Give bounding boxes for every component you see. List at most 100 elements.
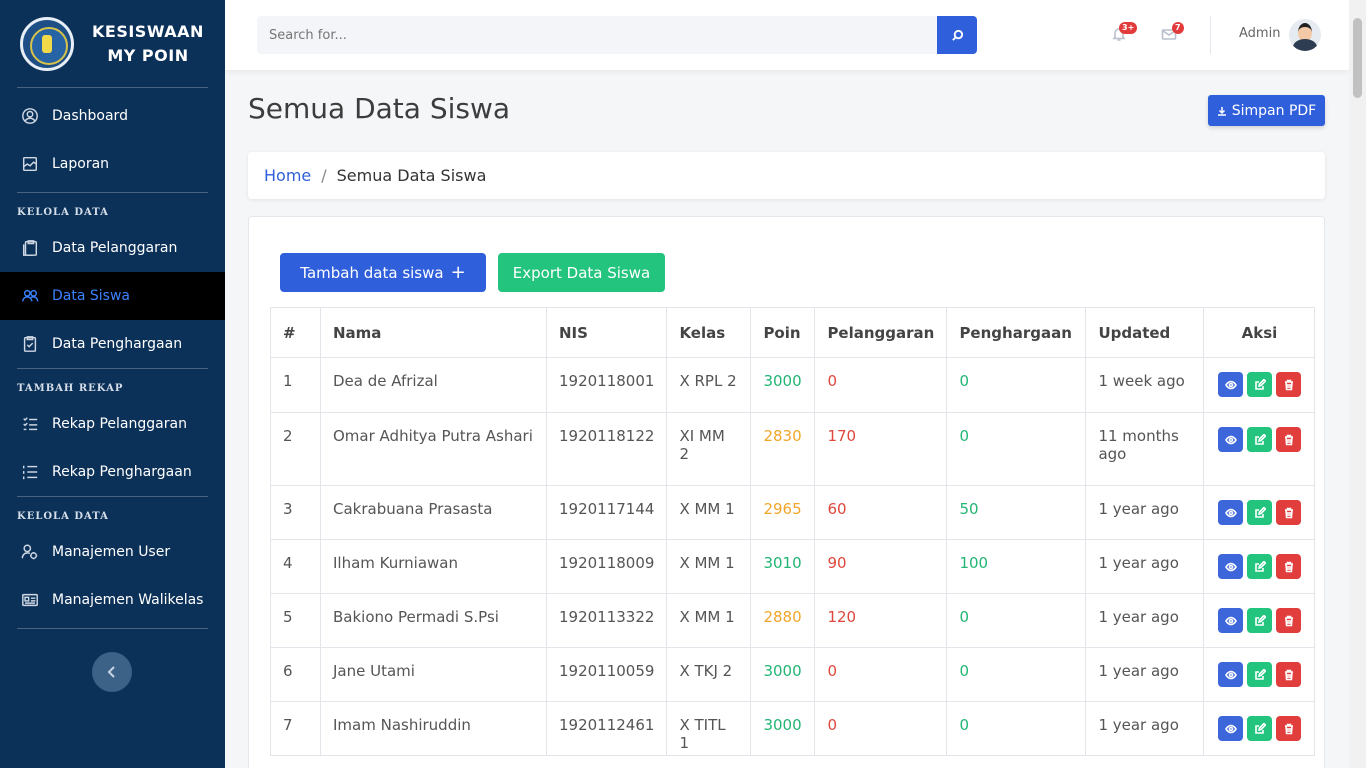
cell-actions: [1203, 357, 1316, 413]
table-row: 3 Cakrabuana Prasasta 1920117144 X MM 1 …: [270, 485, 1316, 540]
cell-poin: 3010: [750, 539, 816, 594]
avatar[interactable]: [1289, 19, 1321, 51]
edit-button[interactable]: [1247, 662, 1273, 687]
eye-icon: [1225, 508, 1237, 517]
list-icon: [20, 462, 40, 482]
topbar-divider: [1210, 16, 1211, 54]
brand[interactable]: KESISWAAN MY POIN: [0, 0, 225, 87]
cell-nama: Ilham Kurniawan: [320, 539, 547, 594]
cell-nama: Imam Nashiruddin: [320, 701, 547, 756]
delete-button[interactable]: [1276, 608, 1302, 633]
search-bar: [257, 16, 977, 54]
edit-button[interactable]: [1247, 427, 1273, 452]
brand-line2: MY POIN: [107, 45, 189, 65]
messages-button[interactable]: 7: [1161, 22, 1184, 44]
save-pdf-label: Simpan PDF: [1231, 102, 1317, 119]
breadcrumb-home[interactable]: Home: [264, 166, 311, 185]
column-header[interactable]: Updated: [1085, 307, 1205, 358]
column-header[interactable]: Nama: [320, 307, 547, 358]
edit-icon: [1255, 433, 1266, 445]
cell-kelas: X MM 1: [666, 485, 752, 540]
column-header[interactable]: Penghargaan: [946, 307, 1087, 358]
view-button[interactable]: [1218, 500, 1244, 525]
edit-button[interactable]: [1247, 716, 1273, 741]
save-pdf-button[interactable]: Simpan PDF: [1208, 95, 1325, 126]
sidebar-item-label: Rekap Pelanggaran: [52, 416, 187, 432]
chevron-left-icon: [107, 666, 115, 678]
cell-pelanggaran: 60: [814, 485, 948, 540]
edit-icon: [1255, 668, 1266, 680]
column-header[interactable]: Pelanggaran: [814, 307, 948, 358]
table-header-row: # Nama NIS Kelas Poin Pelanggaran Pengha…: [270, 307, 1316, 358]
delete-button[interactable]: [1276, 372, 1302, 397]
page-title: Semua Data Siswa: [248, 92, 511, 125]
download-icon: [1217, 106, 1226, 116]
cell-no: 2: [270, 412, 321, 486]
delete-button[interactable]: [1276, 716, 1302, 741]
export-students-label: Export Data Siswa: [512, 263, 651, 282]
cell-poin: 3000: [750, 647, 816, 702]
edit-icon: [1255, 378, 1266, 390]
edit-button[interactable]: [1247, 554, 1273, 579]
sidebar-item-data-penghargaan[interactable]: Data Penghargaan: [0, 320, 225, 368]
column-header[interactable]: NIS: [545, 307, 668, 358]
cell-penghargaan: 0: [946, 647, 1087, 702]
cell-poin: 2830: [750, 412, 816, 486]
cell-actions: [1203, 593, 1316, 648]
sidebar-item-label: Dashboard: [52, 108, 128, 124]
sidebar-item-manajemen-user[interactable]: Manajemen User: [0, 528, 225, 576]
edit-button[interactable]: [1247, 372, 1273, 397]
delete-button[interactable]: [1276, 662, 1302, 687]
column-header[interactable]: #: [270, 307, 321, 358]
cell-updated: 1 year ago: [1085, 647, 1205, 702]
notifications-button[interactable]: 3+: [1111, 22, 1138, 44]
export-students-button[interactable]: Export Data Siswa: [498, 253, 665, 292]
sidebar-item-rekap-penghargaan[interactable]: Rekap Penghargaan: [0, 448, 225, 496]
table-row: 1 Dea de Afrizal 1920118001 X RPL 2 3000…: [270, 357, 1316, 413]
cell-nis: 1920112461: [545, 701, 668, 756]
trash-icon: [1284, 434, 1293, 445]
cell-no: 3: [270, 485, 321, 540]
edit-button[interactable]: [1247, 500, 1273, 525]
view-button[interactable]: [1218, 716, 1244, 741]
search-input[interactable]: [257, 16, 937, 54]
view-button[interactable]: [1218, 372, 1244, 397]
user-name[interactable]: Admin: [1239, 26, 1280, 41]
sidebar-divider: [17, 87, 208, 88]
delete-button[interactable]: [1276, 500, 1302, 525]
sidebar-item-manajemen-walikelas[interactable]: Manajemen Walikelas: [0, 576, 225, 624]
sidebar-item-dashboard[interactable]: Dashboard: [0, 92, 225, 140]
cell-nis: 1920117144: [545, 485, 668, 540]
view-button[interactable]: [1218, 554, 1244, 579]
column-header[interactable]: Poin: [750, 307, 816, 358]
sidebar-item-label: Laporan: [52, 156, 110, 172]
cell-poin: 2880: [750, 593, 816, 648]
add-student-button[interactable]: Tambah data siswa +: [280, 253, 486, 292]
sidebar-item-rekap-pelanggaran[interactable]: Rekap Pelanggaran: [0, 400, 225, 448]
sidebar-item-data-pelanggaran[interactable]: Data Pelanggaran: [0, 224, 225, 272]
delete-button[interactable]: [1276, 554, 1302, 579]
view-button[interactable]: [1218, 427, 1244, 452]
cell-no: 4: [270, 539, 321, 594]
cell-no: 5: [270, 593, 321, 648]
cell-kelas: X TKJ 2: [666, 647, 752, 702]
edit-button[interactable]: [1247, 608, 1273, 633]
view-button[interactable]: [1218, 662, 1244, 687]
scrollbar-thumb[interactable]: [1353, 18, 1362, 98]
delete-button[interactable]: [1276, 427, 1302, 452]
cell-pelanggaran: 90: [814, 539, 948, 594]
sidebar-item-laporan[interactable]: Laporan: [0, 140, 225, 188]
cell-nama: Jane Utami: [320, 647, 547, 702]
page-scrollbar[interactable]: [1349, 0, 1366, 768]
cell-penghargaan: 0: [946, 593, 1087, 648]
view-button[interactable]: [1218, 608, 1244, 633]
cell-nis: 1920113322: [545, 593, 668, 648]
edit-icon: [1255, 506, 1266, 518]
sidebar-item-data-siswa[interactable]: Data Siswa: [0, 272, 225, 320]
trash-icon: [1284, 723, 1293, 734]
column-header[interactable]: Kelas: [666, 307, 752, 358]
sidebar-collapse-button[interactable]: [92, 652, 132, 692]
plus-icon: +: [450, 261, 466, 283]
sidebar-item-label: Manajemen Walikelas: [52, 592, 204, 608]
search-button[interactable]: [937, 16, 977, 54]
